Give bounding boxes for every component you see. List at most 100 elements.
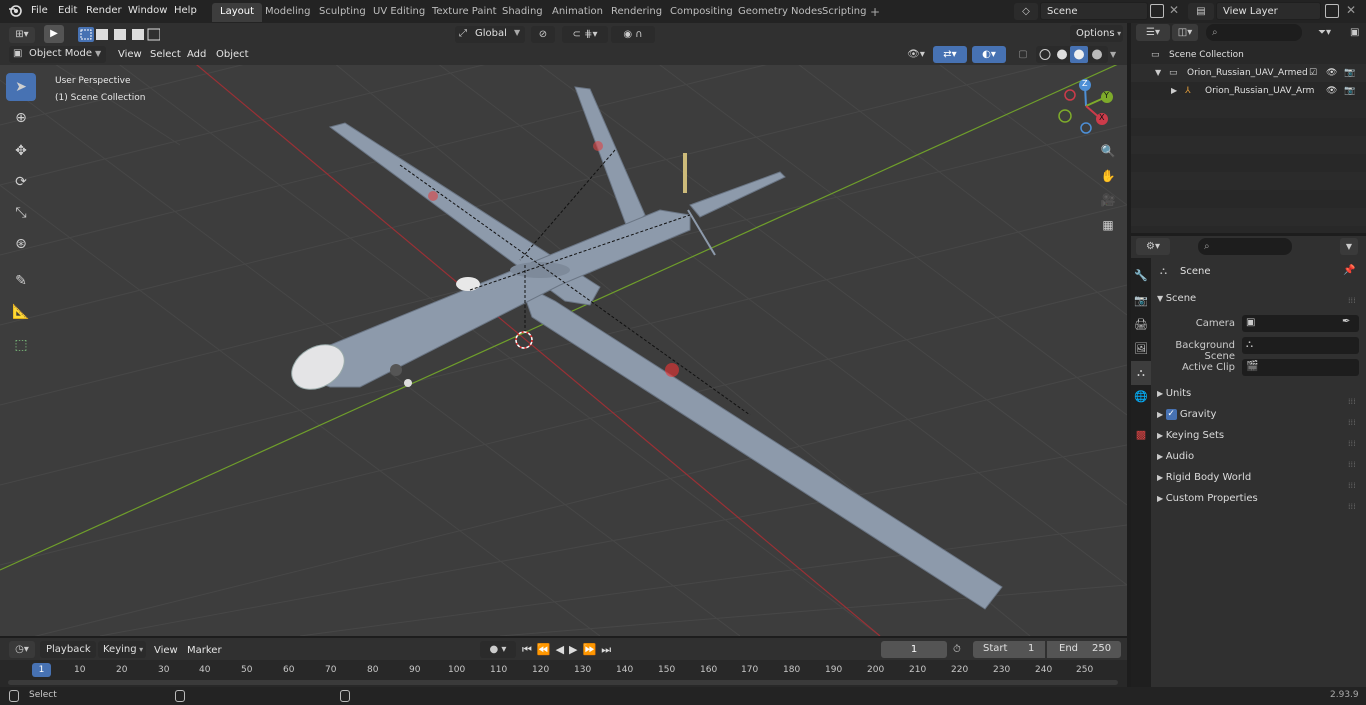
units-panel-header[interactable]: ▶ Units — [1157, 384, 1191, 404]
camera-view-icon[interactable]: 🎥 — [1097, 189, 1119, 211]
zoom-icon[interactable]: 🔍 — [1097, 140, 1119, 162]
properties-editor-type-icon[interactable]: ⚙▾ — [1136, 238, 1170, 255]
move-tool-icon[interactable]: ✥ — [6, 137, 36, 165]
tab-animation[interactable]: Animation — [544, 3, 611, 22]
view-layer-tab-icon[interactable]: 🖼 — [1131, 337, 1151, 361]
audio-panel-header[interactable]: ▶ Audio — [1157, 447, 1194, 467]
expand-arrow-icon[interactable]: ▼ — [1155, 64, 1161, 82]
end-frame-field[interactable]: End 250 — [1047, 641, 1121, 658]
scene-name-field[interactable]: Scene — [1040, 2, 1148, 20]
gizmo-toggle-icon[interactable]: ⇄▾ — [933, 46, 967, 63]
keying-sets-panel-header[interactable]: ▶ Keying Sets — [1157, 426, 1224, 446]
timeline-editor-type-icon[interactable]: ◷▾ — [9, 641, 35, 658]
tab-modeling[interactable]: Modeling — [257, 3, 319, 22]
playback-controls[interactable]: ⏮⏪◀▶⏩⏭ — [522, 641, 630, 658]
navigation-gizmo[interactable]: Z Y X — [1056, 78, 1116, 136]
tab-compositing[interactable]: Compositing — [662, 3, 741, 22]
blender-logo-icon[interactable] — [8, 4, 22, 18]
tab-shading[interactable]: Shading — [494, 3, 551, 22]
menu-file[interactable]: File — [31, 4, 48, 18]
camera-icon[interactable]: 📷 — [1344, 82, 1355, 100]
texture-tab-icon[interactable]: ▩ — [1131, 423, 1151, 447]
rigid-body-world-panel-header[interactable]: ▶ Rigid Body World — [1157, 468, 1251, 488]
view-layer-field[interactable]: View Layer — [1216, 2, 1321, 20]
delete-scene-icon[interactable]: ✕ — [1169, 3, 1179, 17]
playback-menu[interactable]: Playback — [40, 641, 96, 658]
object-mode-dropdown[interactable]: ▣ Object Mode ▼ — [9, 46, 106, 63]
world-tab-icon[interactable]: 🌐 — [1131, 385, 1151, 409]
timeline-scrollbar[interactable] — [8, 680, 1118, 685]
background-scene-field[interactable]: ⛬ — [1242, 337, 1359, 354]
custom-properties-panel-header[interactable]: ▶ Custom Properties — [1157, 489, 1258, 509]
active-clip-field[interactable]: 🎬 — [1242, 359, 1359, 376]
tab-layout[interactable]: Layout — [212, 3, 262, 22]
pan-hand-icon[interactable]: ✋ — [1097, 165, 1119, 187]
visibility-icon[interactable]: 👁▾ — [902, 46, 930, 63]
overlay-toggle-icon[interactable]: ◐▾ — [972, 46, 1006, 63]
render-tab-icon[interactable]: 📷 — [1131, 289, 1151, 313]
measure-tool-icon[interactable]: 📐 — [6, 298, 36, 326]
timeline-menu-marker[interactable]: Marker — [187, 644, 222, 658]
drag-handles-icon[interactable]: ⁞⁞⁞ ⁞⁞⁞ ⁞⁞⁞ ⁞⁞⁞ ⁞⁞⁞ ⁞⁞⁞ — [1348, 391, 1356, 517]
menu-help[interactable]: Help — [174, 4, 197, 18]
eye-icon[interactable]: 👁 — [1326, 64, 1337, 82]
add-workspace-button[interactable]: + — [870, 5, 880, 19]
shading-mode-buttons[interactable] — [1036, 46, 1108, 63]
tab-scripting[interactable]: Scripting — [814, 3, 874, 22]
options-dropdown[interactable]: Options ▾ — [1070, 25, 1123, 42]
outliner-editor-type-icon[interactable]: ☰▾ — [1136, 24, 1170, 41]
snap-icon[interactable]: ⊂ ⋕▾ — [562, 26, 608, 43]
eyedropper-icon[interactable]: ✒ — [1342, 316, 1350, 327]
current-frame-field[interactable]: 1 — [881, 641, 947, 658]
camera-field[interactable]: ▣ ✒ — [1242, 315, 1359, 332]
tab-uv-editing[interactable]: UV Editing — [365, 3, 433, 22]
editor-type-icon[interactable]: ⊞▾ — [9, 27, 35, 43]
checkbox-icon[interactable]: ☑ — [1309, 64, 1317, 82]
viewport-menu-add[interactable]: Add — [187, 48, 206, 62]
transform-tool-icon[interactable]: ⊛ — [6, 230, 36, 258]
viewport-menu-select[interactable]: Select — [150, 48, 181, 62]
scene-panel-header[interactable]: ▼ Scene — [1157, 289, 1196, 309]
menu-edit[interactable]: Edit — [58, 4, 77, 18]
keying-menu[interactable]: Keying ▾ — [98, 641, 146, 658]
filter-icon[interactable]: ⏷▾ — [1318, 24, 1342, 41]
scene-tab-icon[interactable]: ⛬ — [1131, 361, 1151, 385]
cursor-tool-icon[interactable]: ⊕ — [6, 104, 36, 132]
duplicate-scene-icon[interactable] — [1150, 4, 1164, 18]
start-frame-field[interactable]: Start 1 — [973, 641, 1045, 658]
display-mode-icon[interactable]: ◫▾ — [1172, 24, 1198, 41]
3d-viewport[interactable]: User Perspective (1) Scene Collection — [0, 65, 1127, 636]
outliner-row-collection[interactable]: ▼ ▭ Orion_Russian_UAV_Armed ☑ 👁 📷 — [1131, 64, 1366, 82]
view-layer-browse-icon[interactable]: ▤ — [1188, 3, 1214, 20]
new-collection-icon[interactable]: ▣ — [1350, 24, 1364, 41]
select-tool-icon[interactable]: ➤ — [6, 73, 36, 101]
tab-rendering[interactable]: Rendering — [603, 3, 670, 22]
scale-tool-icon[interactable]: ⤡ — [6, 199, 36, 227]
scene-browse-icon[interactable]: ◇ — [1014, 3, 1038, 20]
timeline-menu-view[interactable]: View — [154, 644, 178, 658]
add-cube-tool-icon[interactable]: ⬚ — [6, 331, 36, 359]
properties-options-icon[interactable]: ▼ — [1340, 238, 1358, 255]
annotate-tool-icon[interactable]: ✎ — [6, 267, 36, 295]
properties-search-input[interactable]: ⌕ — [1198, 238, 1292, 255]
proportional-edit-icon[interactable]: ◉ ∩ — [611, 26, 655, 43]
outliner-row-scene-collection[interactable]: ▭ Scene Collection — [1131, 46, 1366, 64]
menu-render[interactable]: Render — [86, 4, 122, 18]
menu-window[interactable]: Window — [128, 4, 167, 18]
tab-texture-paint[interactable]: Texture Paint — [424, 3, 505, 22]
expand-arrow-icon[interactable]: ▶ — [1171, 82, 1177, 100]
xray-icon[interactable]: ▢ — [1014, 46, 1032, 63]
eye-icon[interactable]: 👁 — [1326, 82, 1337, 100]
select-box-icon[interactable]: ▶ — [44, 25, 64, 43]
transform-orientation-dropdown[interactable]: ⤢ Global ▼ — [455, 26, 525, 43]
pivot-point-icon[interactable]: ⊘ — [531, 26, 555, 43]
perspective-toggle-icon[interactable]: ▦ — [1097, 214, 1119, 236]
select-mode-buttons[interactable] — [78, 27, 161, 42]
tool-tab-icon[interactable]: 🔧 — [1131, 264, 1151, 288]
delete-view-layer-icon[interactable]: ✕ — [1346, 3, 1356, 17]
outliner-search-input[interactable]: ⌕ — [1206, 24, 1302, 41]
drag-handle-icon[interactable]: ⁞⁞⁞ — [1348, 296, 1356, 305]
gravity-checkbox[interactable]: ✓ — [1165, 408, 1177, 420]
stopwatch-icon[interactable]: ⏱ — [953, 641, 969, 658]
viewport-menu-view[interactable]: View — [118, 48, 142, 62]
